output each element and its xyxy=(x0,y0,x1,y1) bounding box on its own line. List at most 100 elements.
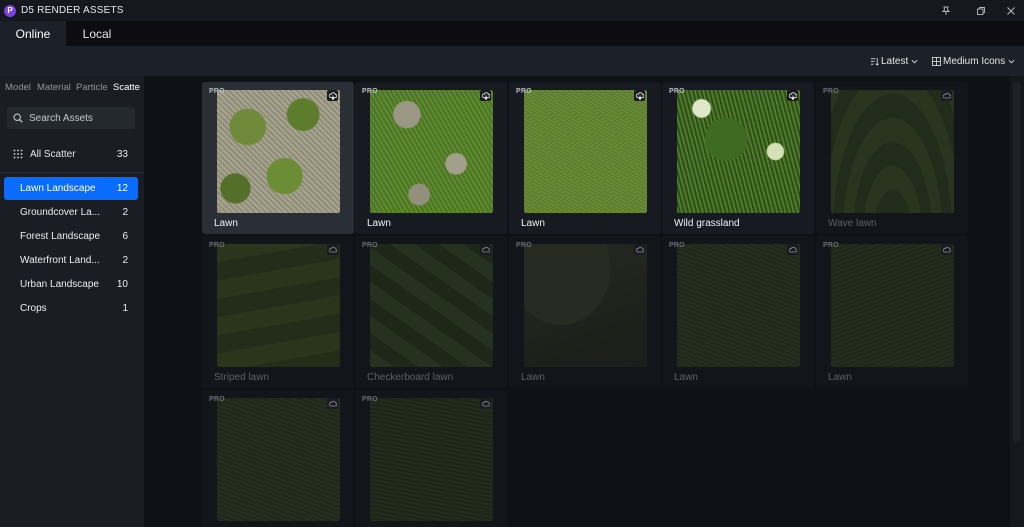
asset-card[interactable]: PRO Lawn xyxy=(662,236,814,388)
tab-local[interactable]: Local xyxy=(66,21,128,46)
asset-card[interactable]: PRO Lawn xyxy=(355,82,507,234)
sidebar-item-label: Crops xyxy=(20,303,47,314)
asset-name: Wave lawn xyxy=(828,218,877,229)
search-input[interactable] xyxy=(29,112,129,124)
view-size-dropdown[interactable]: Medium Icons xyxy=(932,54,1015,68)
asset-thumbnail[interactable] xyxy=(217,90,340,213)
cloud-download-icon[interactable] xyxy=(941,90,952,101)
cloud-download-icon[interactable] xyxy=(327,244,338,255)
close-icon[interactable] xyxy=(994,0,1024,21)
search-icon xyxy=(13,113,23,123)
scrollbar[interactable] xyxy=(1010,76,1024,527)
sidebar-item-count: 2 xyxy=(122,255,128,266)
cloud-download-icon[interactable] xyxy=(634,244,645,255)
download-icon[interactable] xyxy=(634,90,645,101)
all-scatter-item[interactable]: All Scatter 33 xyxy=(0,142,144,166)
view-size-label: Medium Icons xyxy=(943,55,1006,67)
cloud-download-icon[interactable] xyxy=(480,398,491,409)
chevron-down-icon xyxy=(1008,59,1015,63)
sidebar-item-label: Lawn Landscape xyxy=(20,183,96,194)
pro-badge: PRO xyxy=(362,88,378,95)
sidebar-item-crops[interactable]: Crops 1 xyxy=(4,297,138,320)
sidebar-item-count: 1 xyxy=(122,303,128,314)
asset-name: Lawn xyxy=(828,372,852,383)
asset-thumbnail[interactable] xyxy=(524,244,647,367)
asset-thumbnail[interactable] xyxy=(217,398,340,521)
sort-icon xyxy=(870,57,879,66)
cloud-download-icon[interactable] xyxy=(327,398,338,409)
sort-dropdown[interactable]: Latest xyxy=(870,54,918,68)
download-icon[interactable] xyxy=(327,90,338,101)
asset-thumbnail[interactable] xyxy=(217,244,340,367)
sidebar-item-count: 12 xyxy=(116,183,128,194)
d5-assets-window: P D5 RENDER ASSETS Online Local Latest M… xyxy=(0,0,1024,527)
category-tabs: Model Material Particle Scatte xyxy=(0,82,144,96)
tab-online[interactable]: Online xyxy=(0,21,66,46)
asset-card[interactable]: PRO xyxy=(202,390,354,527)
scrollbar-thumb[interactable] xyxy=(1013,82,1021,442)
category-tab-material[interactable]: Material xyxy=(37,82,71,93)
download-icon[interactable] xyxy=(787,90,798,101)
asset-name: Lawn xyxy=(674,372,698,383)
category-tab-scatter[interactable]: Scatte xyxy=(113,82,140,93)
asset-name: Striped lawn xyxy=(214,372,270,383)
sidebar: Model Material Particle Scatte All Scatt… xyxy=(0,76,144,527)
asset-thumbnail[interactable] xyxy=(677,90,800,213)
asset-thumbnail[interactable] xyxy=(831,90,954,213)
category-tab-model[interactable]: Model xyxy=(5,82,31,93)
chevron-down-icon xyxy=(911,59,918,63)
sidebar-item-lawn-landscape[interactable]: Lawn Landscape 12 xyxy=(4,177,138,200)
asset-card[interactable]: PRO Lawn xyxy=(509,236,661,388)
sidebar-item-label: Waterfront Land... xyxy=(20,255,100,266)
pro-badge: PRO xyxy=(516,242,532,249)
sidebar-item-label: Forest Landscape xyxy=(20,231,101,242)
asset-card[interactable]: PRO Striped lawn xyxy=(202,236,354,388)
asset-name: Checkerboard lawn xyxy=(367,372,454,383)
asset-card[interactable]: PRO xyxy=(355,390,507,527)
asset-card[interactable]: PRO Wave lawn xyxy=(816,82,968,234)
all-scatter-count: 33 xyxy=(116,148,128,160)
sidebar-item-label: Urban Landscape xyxy=(20,279,99,290)
asset-name: Lawn xyxy=(521,218,545,229)
pro-badge: PRO xyxy=(823,88,839,95)
pro-badge: PRO xyxy=(209,396,225,403)
asset-thumbnail[interactable] xyxy=(831,244,954,367)
sidebar-item-groundcover-landscape[interactable]: Groundcover La... 2 xyxy=(4,201,138,224)
all-scatter-label: All Scatter xyxy=(30,148,76,160)
pro-badge: PRO xyxy=(669,242,685,249)
sidebar-item-forest-landscape[interactable]: Forest Landscape 6 xyxy=(4,225,138,248)
asset-thumbnail[interactable] xyxy=(370,398,493,521)
asset-card[interactable]: PRO Lawn xyxy=(509,82,661,234)
title-bar: P D5 RENDER ASSETS xyxy=(0,0,1024,21)
pro-badge: PRO xyxy=(209,242,225,249)
search-box[interactable] xyxy=(7,107,135,129)
sidebar-divider xyxy=(0,172,144,173)
pro-badge: PRO xyxy=(669,88,685,95)
asset-card[interactable]: PRO Checkerboard lawn xyxy=(355,236,507,388)
sidebar-item-count: 2 xyxy=(122,207,128,218)
sidebar-item-waterfront-landscape[interactable]: Waterfront Land... 2 xyxy=(4,249,138,272)
asset-thumbnail[interactable] xyxy=(524,90,647,213)
asset-card[interactable]: PRO Lawn xyxy=(202,82,354,234)
download-icon[interactable] xyxy=(480,90,491,101)
restore-icon[interactable] xyxy=(964,0,998,21)
cloud-download-icon[interactable] xyxy=(480,244,491,255)
pro-badge: PRO xyxy=(362,396,378,403)
cloud-download-icon[interactable] xyxy=(941,244,952,255)
asset-thumbnail[interactable] xyxy=(370,244,493,367)
asset-thumbnail[interactable] xyxy=(370,90,493,213)
category-tab-particle[interactable]: Particle xyxy=(76,82,108,93)
pro-badge: PRO xyxy=(209,88,225,95)
cloud-download-icon[interactable] xyxy=(787,244,798,255)
pro-badge: PRO xyxy=(516,88,532,95)
asset-card[interactable]: PRO Wild grassland xyxy=(662,82,814,234)
asset-thumbnail[interactable] xyxy=(677,244,800,367)
app-logo-icon: P xyxy=(4,4,16,17)
app-title: D5 RENDER ASSETS xyxy=(21,5,124,16)
pin-icon[interactable] xyxy=(929,0,963,21)
sort-label: Latest xyxy=(881,55,909,67)
sidebar-item-urban-landscape[interactable]: Urban Landscape 10 xyxy=(4,273,138,296)
asset-card[interactable]: PRO Lawn xyxy=(816,236,968,388)
asset-name: Lawn xyxy=(521,372,545,383)
asset-name: Lawn xyxy=(367,218,391,229)
